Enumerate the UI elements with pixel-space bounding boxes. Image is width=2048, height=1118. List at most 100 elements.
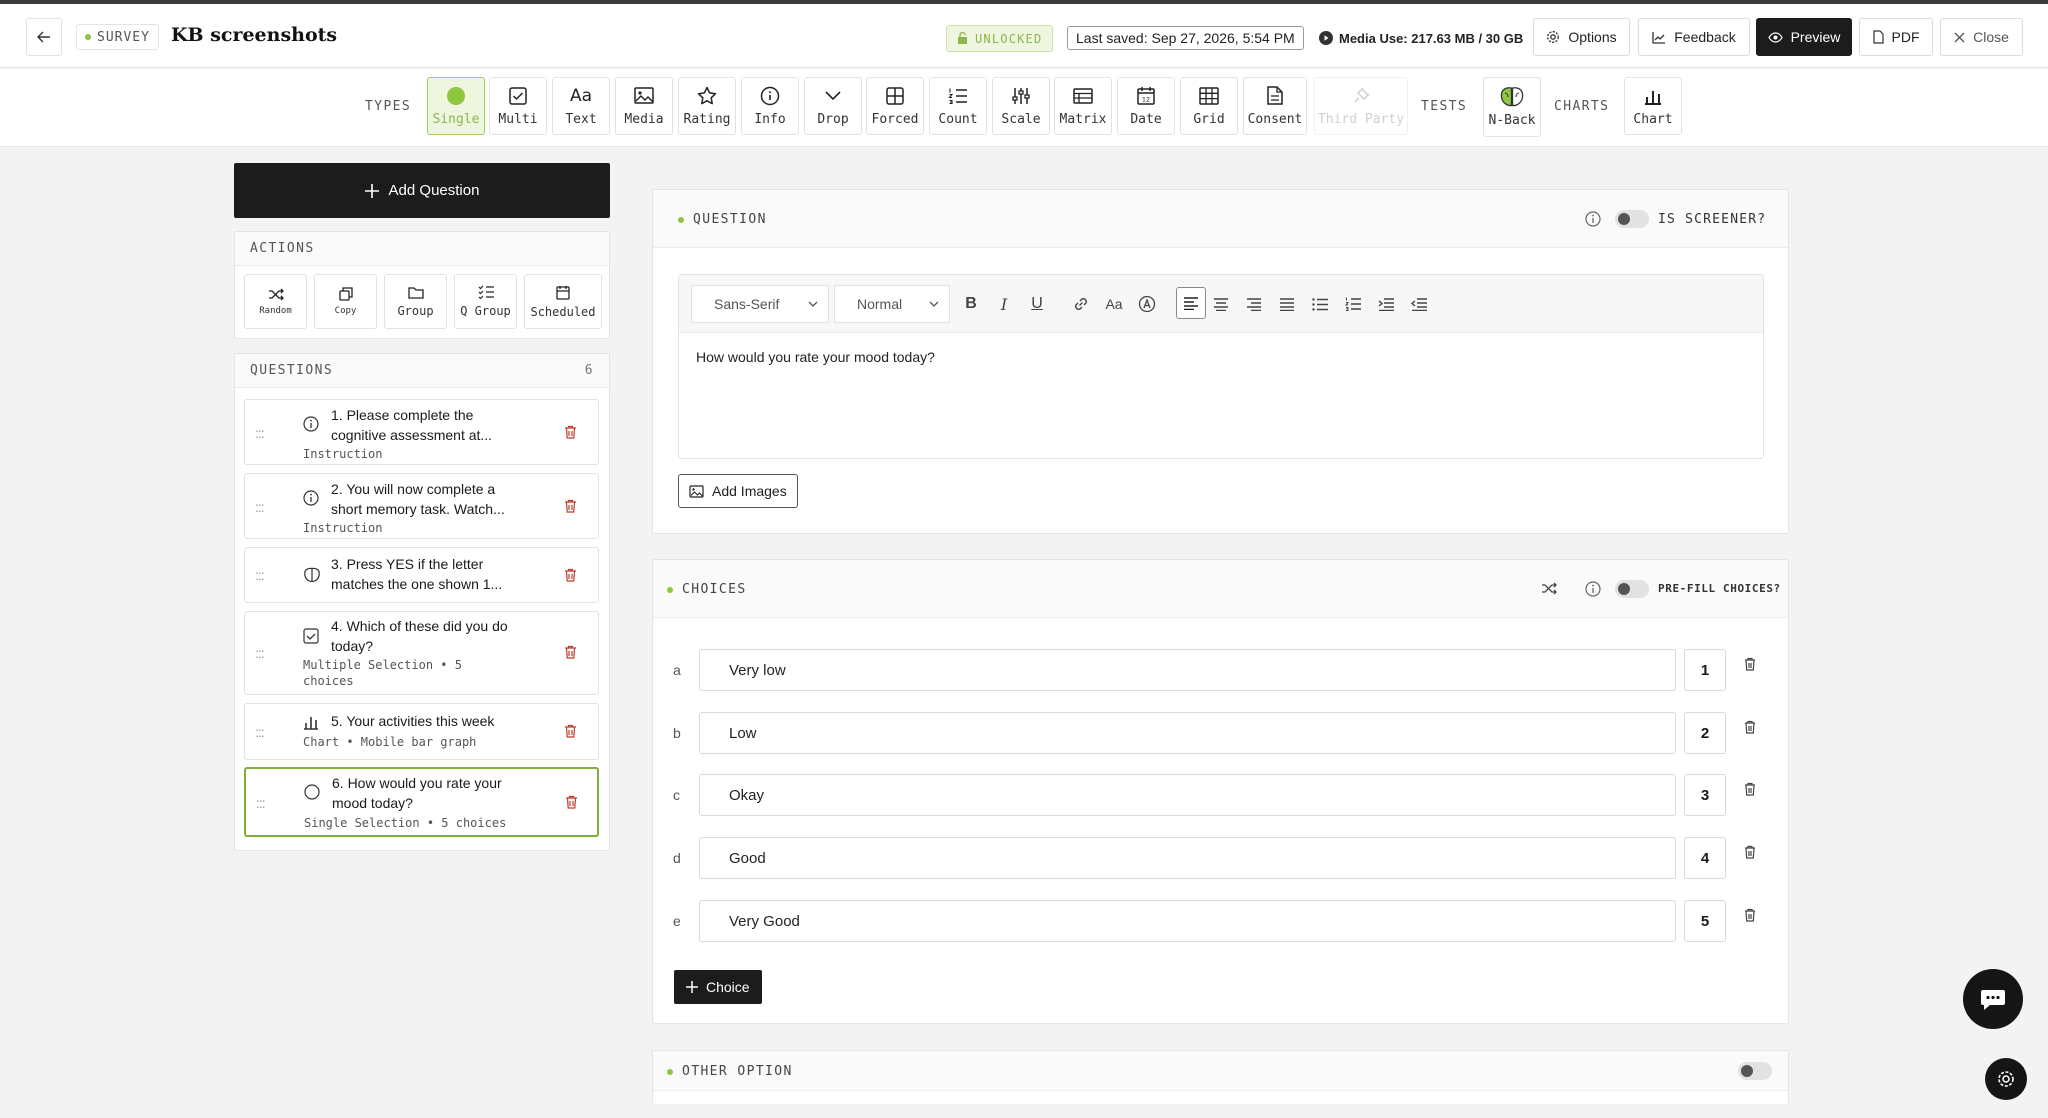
drag-handle-icon[interactable]: ::: xyxy=(255,567,265,583)
back-button[interactable] xyxy=(26,18,62,56)
add-images-button[interactable]: Add Images xyxy=(678,474,798,508)
outdent-icon[interactable] xyxy=(1409,294,1429,314)
type-label: Scale xyxy=(1001,111,1041,127)
preview-button[interactable]: Preview xyxy=(1756,18,1852,56)
align-center-icon[interactable] xyxy=(1211,294,1231,314)
chart-button[interactable]: Chart xyxy=(1624,77,1682,135)
align-justify-icon[interactable] xyxy=(1277,294,1297,314)
types-toolbar: TYPES Single Multi Aa Text Media Rating … xyxy=(0,69,2048,147)
add-choice-button[interactable]: Choice xyxy=(674,970,762,1004)
drag-handle-icon[interactable]: ::: xyxy=(255,425,265,441)
choice-letter: c xyxy=(673,787,680,803)
trash-icon[interactable] xyxy=(1744,720,1756,734)
shuffle-icon[interactable] xyxy=(1541,582,1557,595)
options-button[interactable]: Options xyxy=(1533,18,1630,56)
trash-icon[interactable] xyxy=(1744,908,1756,922)
question-item-1[interactable]: ::: 1. Please complete the cognitive ass… xyxy=(244,399,599,465)
close-icon xyxy=(1954,32,1965,43)
trash-icon[interactable] xyxy=(565,795,578,809)
trash-icon[interactable] xyxy=(1744,657,1756,671)
font-size-select[interactable]: Normal xyxy=(834,285,950,323)
font-family-select[interactable]: Sans-Serif xyxy=(691,285,829,323)
pdf-button[interactable]: PDF xyxy=(1859,18,1933,56)
link-icon[interactable] xyxy=(1071,294,1091,314)
bold-icon[interactable]: B xyxy=(961,294,981,314)
drag-handle-icon[interactable]: ::: xyxy=(255,499,265,515)
drag-handle-icon[interactable]: ::: xyxy=(255,724,265,740)
question-item-4[interactable]: ::: 4. Which of these did you do today? … xyxy=(244,611,599,695)
type-scale-button[interactable]: Scale xyxy=(992,77,1050,135)
type-count-button[interactable]: Count xyxy=(929,77,987,135)
type-matrix-button[interactable]: Matrix xyxy=(1054,77,1112,135)
type-consent-button[interactable]: Consent xyxy=(1243,77,1307,135)
action-copy-button[interactable]: Copy xyxy=(314,274,377,329)
align-left-icon[interactable] xyxy=(1176,287,1206,319)
choice-value-input[interactable]: 3 xyxy=(1684,774,1726,816)
indent-icon[interactable] xyxy=(1376,294,1396,314)
choice-text-input[interactable]: Okay xyxy=(699,774,1676,816)
unlocked-badge[interactable]: UNLOCKED xyxy=(946,25,1054,52)
drag-handle-icon[interactable]: ::: xyxy=(256,795,266,811)
type-rating-button[interactable]: Rating xyxy=(678,77,736,135)
trash-icon[interactable] xyxy=(1744,845,1756,859)
info-icon[interactable] xyxy=(1585,211,1601,227)
type-forced-button[interactable]: Forced xyxy=(866,77,924,135)
question-item-6[interactable]: ::: 6. How would you rate your mood toda… xyxy=(244,767,599,837)
choice-value-input[interactable]: 5 xyxy=(1684,900,1726,942)
choice-value-input[interactable]: 1 xyxy=(1684,649,1726,691)
actions-label: ACTIONS xyxy=(250,241,315,256)
trash-icon[interactable] xyxy=(564,499,577,513)
other-option-toggle[interactable] xyxy=(1738,1062,1772,1080)
type-single-button[interactable]: Single xyxy=(427,77,485,135)
test-nback-button[interactable]: N-Back xyxy=(1483,77,1541,137)
clear-format-icon[interactable] xyxy=(1137,294,1157,314)
action-group-button[interactable]: Group xyxy=(384,274,447,329)
font-case-icon[interactable]: Aa xyxy=(1104,294,1124,314)
document-icon xyxy=(1872,30,1884,44)
other-option-panel: OTHER OPTION xyxy=(652,1050,1789,1104)
choice-value-input[interactable]: 2 xyxy=(1684,712,1726,754)
action-random-button[interactable]: Random xyxy=(244,274,307,329)
prefill-toggle[interactable] xyxy=(1615,580,1649,598)
trash-icon[interactable] xyxy=(564,724,577,738)
type-media-button[interactable]: Media xyxy=(615,77,673,135)
type-drop-button[interactable]: Drop xyxy=(804,77,862,135)
media-use-label: Media Use: 217.63 MB / 30 GB xyxy=(1339,30,1524,46)
chat-button[interactable] xyxy=(1963,969,2023,1029)
choice-text-input[interactable]: Very Good xyxy=(699,900,1676,942)
close-button[interactable]: Close xyxy=(1940,18,2023,56)
choice-text-input[interactable]: Very low xyxy=(699,649,1676,691)
trash-icon[interactable] xyxy=(564,645,577,659)
media-use: Media Use: 217.63 MB / 30 GB xyxy=(1319,26,1523,50)
type-multi-button[interactable]: Multi xyxy=(489,77,547,135)
choice-text-input[interactable]: Low xyxy=(699,712,1676,754)
question-title: 4. Which of these did you do today? xyxy=(331,618,508,654)
italic-icon[interactable]: I xyxy=(994,294,1014,314)
align-right-icon[interactable] xyxy=(1244,294,1264,314)
add-question-button[interactable]: Add Question xyxy=(234,163,610,218)
question-item-5[interactable]: ::: 5. Your activities this week Chart •… xyxy=(244,703,599,760)
bullet-list-icon[interactable] xyxy=(1310,294,1330,314)
type-label: Matrix xyxy=(1059,111,1107,127)
question-item-2[interactable]: ::: 2. You will now complete a short mem… xyxy=(244,473,599,539)
type-grid-button[interactable]: Grid xyxy=(1180,77,1238,135)
choice-value-input[interactable]: 4 xyxy=(1684,837,1726,879)
info-icon[interactable] xyxy=(1585,581,1601,597)
feedback-button[interactable]: Feedback xyxy=(1638,18,1750,56)
type-info-button[interactable]: Info xyxy=(741,77,799,135)
drag-handle-icon[interactable]: ::: xyxy=(255,645,265,661)
action-scheduled-button[interactable]: Scheduled xyxy=(524,274,602,329)
numbered-list-icon[interactable] xyxy=(1343,294,1363,314)
trash-icon[interactable] xyxy=(564,425,577,439)
screener-toggle[interactable] xyxy=(1615,210,1649,228)
trash-icon[interactable] xyxy=(1744,782,1756,796)
type-date-button[interactable]: 12 Date xyxy=(1117,77,1175,135)
question-item-3[interactable]: ::: 3. Press YES if the letter matches t… xyxy=(244,547,599,603)
choice-text-input[interactable]: Good xyxy=(699,837,1676,879)
question-text-editor[interactable]: How would you rate your mood today? xyxy=(696,349,935,365)
type-text-button[interactable]: Aa Text xyxy=(552,77,610,135)
settings-button[interactable] xyxy=(1985,1058,2027,1100)
action-qgroup-button[interactable]: Q Group xyxy=(454,274,517,329)
underline-icon[interactable]: U xyxy=(1027,294,1047,314)
trash-icon[interactable] xyxy=(564,568,577,582)
